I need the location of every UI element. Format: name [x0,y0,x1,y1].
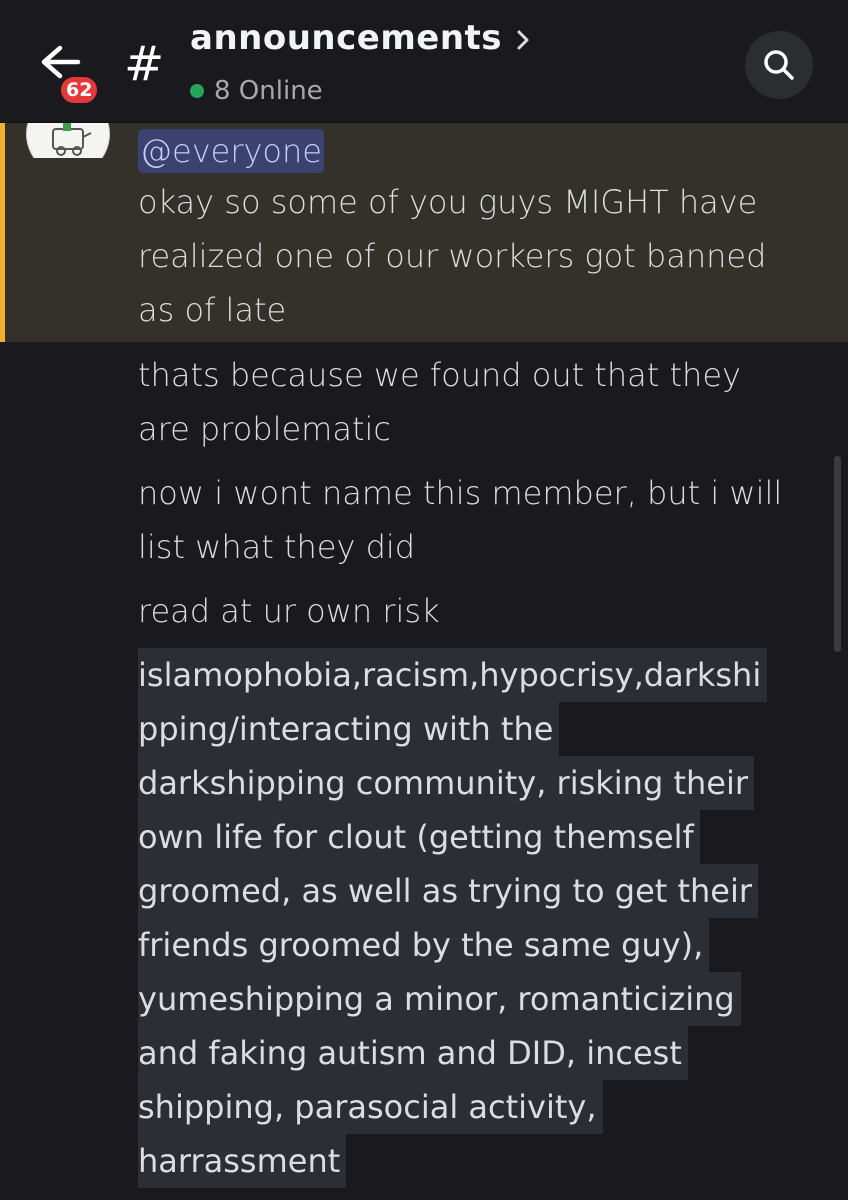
message-line: realized one of our workers got banned [138,237,767,275]
message-line: harrassment [138,1134,347,1188]
online-status: 8 Online [190,76,323,106]
message-line: friends groomed by the same guy), [138,918,710,972]
message-line: darkshipping community, risking their [138,756,754,810]
message-highlighted: okay so some of you guys MIGHT have real… [138,175,828,337]
message-line: shipping, parasocial activity, [138,1080,603,1134]
everyone-mention[interactable]: @everyone [138,129,324,173]
message-line: pping/interacting with the [138,702,560,756]
message-selected-text: islamophobia,racism,hypocrisy,darkshi pp… [138,648,838,1188]
channel-name: announcements [190,18,503,58]
message-line: islamophobia,racism,hypocrisy,darkshi [138,648,768,702]
search-button[interactable] [745,31,813,99]
message-paragraph: now i wont name this member, but i will … [138,466,828,574]
message-line: own life for clout (getting themself [138,810,700,864]
channel-header: 62 # announcements 8 Online [0,0,848,123]
scrollbar[interactable] [834,456,841,652]
online-dot-icon [190,84,204,98]
message-line: thats because we found out that they [138,356,741,394]
message-line: are problematic [138,410,391,448]
message-paragraph: read at ur own risk [138,584,828,638]
online-count: 8 Online [214,76,323,106]
message-line: and faking autism and DID, incest [138,1026,688,1080]
search-icon [764,50,794,80]
channel-title-button[interactable]: announcements [190,18,530,58]
message-line: now i wont name this member, but i will [138,474,783,512]
chevron-right-icon [517,30,529,50]
message-line: yumeshipping a minor, romanticizing [138,972,741,1026]
unread-count-badge: 62 [58,74,101,106]
mention-highlight-bar [0,122,5,342]
message-line: groomed, as well as trying to get their [138,864,759,918]
message-line: read at ur own risk [138,592,440,630]
message-line: as of late [138,291,287,329]
message-line: list what they did [138,528,416,566]
message-mention-line: @everyone [138,124,828,178]
message-line: okay so some of you guys MIGHT have [138,183,758,221]
message-paragraph: thats because we found out that they are… [138,348,828,456]
channel-hash-icon: # [124,36,165,92]
